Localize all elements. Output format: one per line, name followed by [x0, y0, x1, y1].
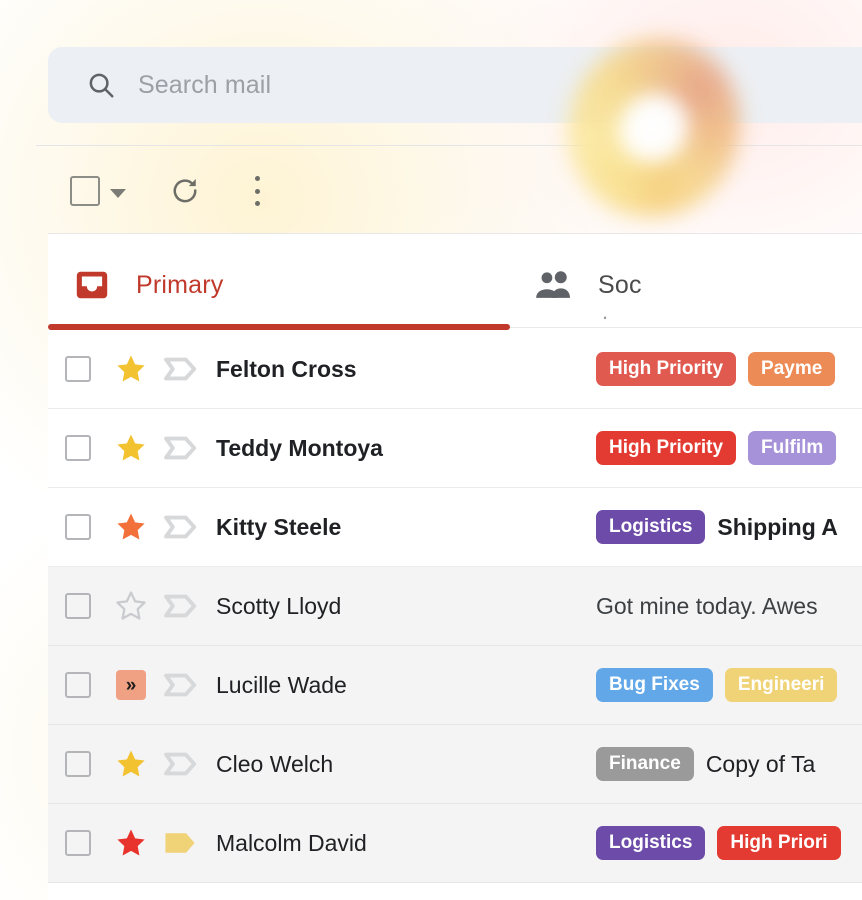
- sender-name: Kitty Steele: [216, 513, 342, 540]
- row-checkbox-cell: [48, 751, 108, 777]
- more-dot: [254, 201, 260, 206]
- row-checkbox[interactable]: [65, 672, 91, 698]
- search-icon: [86, 70, 116, 100]
- table-row[interactable]: Scotty Lloyd Got mine today. Awes: [48, 567, 862, 646]
- label-chip[interactable]: High Priori: [717, 826, 841, 860]
- more-dot: [254, 176, 260, 181]
- label-chip[interactable]: Engineeri: [724, 668, 838, 702]
- importance-marker-icon[interactable]: [154, 751, 206, 777]
- label-chip[interactable]: Finance: [596, 747, 694, 781]
- star-outline-icon[interactable]: [108, 590, 154, 622]
- tab-social-text: Soc . .: [598, 270, 642, 345]
- row-checkbox[interactable]: [65, 356, 91, 382]
- importance-marker-icon[interactable]: [154, 672, 206, 698]
- star-icon[interactable]: [108, 748, 154, 780]
- label-chip[interactable]: Bug Fixes: [596, 668, 713, 702]
- sender-name: Lucille Wade: [216, 671, 347, 698]
- email-snippet: Got mine today. Awes: [596, 592, 818, 619]
- priority-chevrons-icon[interactable]: »: [108, 670, 154, 700]
- label-chip[interactable]: Logistics: [596, 826, 706, 860]
- select-all-checkbox[interactable]: [70, 176, 100, 206]
- search-input[interactable]: [138, 70, 862, 100]
- more-dot: [254, 188, 260, 194]
- label-chip[interactable]: High Priority: [596, 352, 737, 386]
- inbox-icon: [70, 263, 114, 307]
- chevron-down-icon[interactable]: [110, 188, 126, 198]
- sender-name: Cleo Welch: [216, 750, 334, 777]
- label-chip[interactable]: Logistics: [596, 510, 706, 544]
- table-row[interactable]: Cleo Welch Finance Copy of Ta: [48, 725, 862, 804]
- label-chip[interactable]: Payme: [748, 352, 836, 386]
- row-checkbox[interactable]: [65, 593, 91, 619]
- tab-primary[interactable]: Primary: [48, 234, 510, 330]
- email-content: Logistics High Priori: [596, 826, 862, 860]
- row-checkbox-cell: [48, 672, 108, 698]
- label-chip[interactable]: Fulfilm: [748, 431, 837, 465]
- table-row[interactable]: Malcolm David Logistics High Priori: [48, 804, 862, 883]
- email-content: Bug Fixes Engineeri: [596, 668, 862, 702]
- tab-primary-label: Primary: [136, 270, 224, 299]
- email-subject: Shipping A: [717, 513, 838, 540]
- row-checkbox-cell: [48, 435, 108, 461]
- sender-name: Teddy Montoya: [216, 434, 383, 461]
- email-list-panel: Primary Soc . . Felton: [48, 234, 862, 900]
- tab-social[interactable]: Soc . .: [510, 234, 862, 345]
- header-divider: [36, 145, 862, 146]
- email-content: High Priority Payme: [596, 352, 862, 386]
- email-content: Finance Copy of Ta: [596, 747, 862, 781]
- row-checkbox[interactable]: [65, 751, 91, 777]
- row-checkbox[interactable]: [65, 514, 91, 540]
- table-row[interactable]: Felton Cross High Priority Payme: [48, 330, 862, 409]
- sender-name: Scotty Lloyd: [216, 592, 342, 619]
- gmail-inbox-screen: Primary Soc . . Felton: [0, 0, 862, 900]
- table-row[interactable]: » Lucille Wade Bug Fixes Engineeri: [48, 646, 862, 725]
- more-vertical-icon[interactable]: [254, 176, 260, 206]
- tabs-divider: [510, 327, 862, 328]
- table-row[interactable]: Teddy Montoya High Priority Fulfilm: [48, 409, 862, 488]
- category-tabs: Primary Soc . .: [48, 234, 862, 345]
- row-checkbox-cell: [48, 514, 108, 540]
- star-icon[interactable]: [108, 827, 154, 859]
- importance-marker-icon[interactable]: [154, 593, 206, 619]
- email-content: Logistics Shipping A: [596, 510, 862, 544]
- star-icon[interactable]: [108, 353, 154, 385]
- table-row[interactable]: Kitty Steele Logistics Shipping A: [48, 488, 862, 567]
- importance-marker-icon[interactable]: [154, 435, 206, 461]
- people-icon: [532, 263, 576, 307]
- row-checkbox[interactable]: [65, 435, 91, 461]
- tab-social-label: Soc: [598, 270, 642, 299]
- row-checkbox-cell: [48, 593, 108, 619]
- list-toolbar: [48, 160, 862, 222]
- importance-marker-icon[interactable]: [154, 356, 206, 382]
- email-list: Felton Cross High Priority Payme Teddy Mont…: [48, 330, 862, 883]
- email-content: Got mine today. Awes: [596, 593, 862, 620]
- star-icon[interactable]: [108, 432, 154, 464]
- label-chip[interactable]: High Priority: [596, 431, 737, 465]
- search-bar[interactable]: [48, 47, 862, 123]
- row-checkbox-cell: [48, 356, 108, 382]
- row-checkbox-cell: [48, 830, 108, 856]
- email-subject: Copy of Ta: [705, 750, 816, 777]
- importance-marker-icon[interactable]: [154, 830, 206, 856]
- sender-name: Felton Cross: [216, 355, 357, 382]
- star-icon[interactable]: [108, 511, 154, 543]
- importance-marker-icon[interactable]: [154, 514, 206, 540]
- app-header: [0, 0, 862, 148]
- refresh-icon[interactable]: [170, 176, 200, 206]
- row-checkbox[interactable]: [65, 830, 91, 856]
- email-content: High Priority Fulfilm: [596, 431, 862, 465]
- sender-name: Malcolm David: [216, 829, 367, 856]
